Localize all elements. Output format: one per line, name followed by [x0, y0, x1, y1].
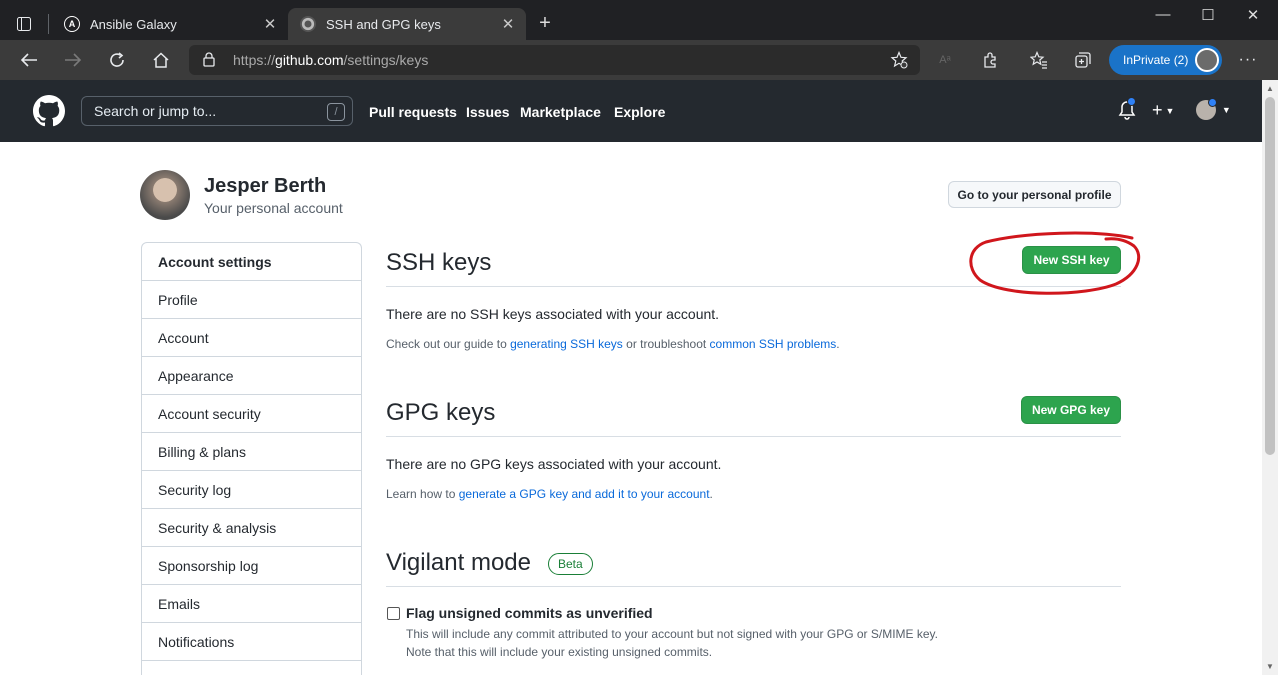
divider — [386, 286, 1121, 287]
common-ssh-problems-link[interactable]: common SSH problems — [710, 337, 837, 351]
address-bar[interactable]: https://github.com/settings/keys — [189, 45, 920, 75]
collections-icon[interactable] — [1072, 49, 1094, 71]
maximize-icon[interactable]: ☐ — [1198, 6, 1218, 24]
go-to-profile-button[interactable]: Go to your personal profile — [948, 181, 1121, 208]
sidebar-item-profile[interactable]: Profile — [142, 281, 361, 319]
reading-mode-icon[interactable]: Aᵃ — [934, 49, 956, 71]
slash-shortcut-icon: / — [327, 103, 345, 121]
github-search-input[interactable]: Search or jump to... / — [81, 96, 353, 126]
ssh-keys-heading: SSH keys — [386, 249, 492, 276]
generate-gpg-key-link[interactable]: generate a GPG key and add it to your ac… — [459, 487, 710, 501]
add-favorite-icon[interactable] — [890, 50, 908, 72]
tab-actions-icon[interactable] — [10, 12, 38, 36]
inprivate-label: InPrivate (2) — [1123, 53, 1189, 67]
user-menu[interactable]: ▼ — [1196, 98, 1231, 120]
profile-avatar — [1195, 48, 1219, 72]
status-indicator — [1208, 98, 1217, 107]
sidebar-item-security-analysis[interactable]: Security & analysis — [142, 509, 361, 547]
create-new-icon[interactable]: + ▼ — [1152, 100, 1174, 121]
sidebar-heading-account-settings: Account settings — [142, 243, 361, 281]
flag-unsigned-commits-label[interactable]: Flag unsigned commits as unverified — [406, 605, 653, 621]
favorites-icon[interactable] — [1028, 49, 1050, 71]
user-avatar-large[interactable] — [140, 170, 190, 220]
sidebar-item-sponsorship-log[interactable]: Sponsorship log — [142, 547, 361, 585]
gpg-help-note: Learn how to generate a GPG key and add … — [386, 487, 713, 501]
sidebar-item-notifications[interactable]: Notifications — [142, 623, 361, 661]
inprivate-button[interactable]: InPrivate (2) — [1109, 45, 1222, 75]
close-tab-icon[interactable]: ✕ — [500, 16, 516, 33]
nav-pull-requests[interactable]: Pull requests — [369, 104, 457, 120]
back-icon[interactable] — [18, 49, 40, 71]
tab-title: Ansible Galaxy — [90, 16, 177, 32]
flag-unsigned-commits-checkbox[interactable] — [387, 607, 400, 620]
forward-icon[interactable] — [62, 49, 84, 71]
new-gpg-key-button[interactable]: New GPG key — [1021, 396, 1121, 424]
tab-title: SSH and GPG keys — [326, 16, 441, 32]
github-header: Search or jump to... / Pull requests Iss… — [0, 80, 1262, 142]
sidebar-item-emails[interactable]: Emails — [142, 585, 361, 623]
browser-tabstrip: A Ansible Galaxy ✕ SSH and GPG keys ✕ + … — [0, 0, 1278, 40]
nav-marketplace[interactable]: Marketplace — [520, 104, 601, 120]
ansible-favicon-icon: A — [64, 16, 80, 32]
sidebar-item-appearance[interactable]: Appearance — [142, 357, 361, 395]
chevron-down-icon: ▼ — [1221, 105, 1231, 115]
scroll-down-icon[interactable]: ▼ — [1266, 662, 1274, 671]
more-menu-icon[interactable]: ··· — [1237, 49, 1259, 71]
search-placeholder: Search or jump to... — [94, 103, 217, 119]
sidebar-item-partial[interactable] — [142, 661, 361, 675]
page-scrollbar[interactable]: ▲ ▼ — [1262, 80, 1278, 675]
nav-issues[interactable]: Issues — [466, 104, 510, 120]
minimize-icon[interactable]: — — [1153, 6, 1173, 23]
github-logo-icon[interactable] — [33, 95, 65, 130]
tab-separator — [48, 14, 49, 34]
sidebar-item-security-log[interactable]: Security log — [142, 471, 361, 509]
refresh-icon[interactable] — [106, 49, 128, 71]
generating-ssh-keys-link[interactable]: generating SSH keys — [510, 337, 623, 351]
sidebar-item-account-security[interactable]: Account security — [142, 395, 361, 433]
notification-indicator — [1127, 97, 1136, 106]
gpg-keys-heading: GPG keys — [386, 399, 496, 426]
scroll-thumb[interactable] — [1265, 97, 1275, 455]
account-subtitle: Your personal account — [204, 200, 343, 216]
divider — [386, 586, 1121, 587]
github-favicon-icon — [300, 16, 316, 32]
home-icon[interactable] — [150, 49, 172, 71]
gpg-empty-message: There are no GPG keys associated with yo… — [386, 456, 722, 472]
tab-ansible-galaxy[interactable]: A Ansible Galaxy ✕ — [52, 8, 288, 40]
vigilant-note-2: Note that this will include your existin… — [406, 645, 713, 659]
scroll-up-icon[interactable]: ▲ — [1266, 84, 1274, 93]
close-tab-icon[interactable]: ✕ — [262, 16, 278, 33]
vigilant-mode-heading: Vigilant mode — [386, 549, 531, 576]
sidebar-item-billing-plans[interactable]: Billing & plans — [142, 433, 361, 471]
new-ssh-key-button[interactable]: New SSH key — [1022, 246, 1121, 274]
browser-toolbar: https://github.com/settings/keys Aᵃ InPr… — [0, 40, 1278, 80]
lock-icon[interactable] — [203, 52, 215, 70]
nav-explore[interactable]: Explore — [614, 104, 665, 120]
new-tab-icon[interactable]: + — [534, 12, 556, 34]
url-text[interactable]: https://github.com/settings/keys — [233, 52, 428, 68]
tab-ssh-gpg-keys[interactable]: SSH and GPG keys ✕ — [288, 8, 526, 40]
close-window-icon[interactable]: ✕ — [1243, 6, 1263, 24]
user-name[interactable]: Jesper Berth — [204, 175, 326, 198]
notifications-bell-icon[interactable] — [1118, 97, 1136, 123]
beta-badge: Beta — [548, 553, 593, 575]
divider — [386, 436, 1121, 437]
ssh-empty-message: There are no SSH keys associated with yo… — [386, 306, 720, 322]
sidebar-item-account[interactable]: Account — [142, 319, 361, 357]
ssh-help-note: Check out our guide to generating SSH ke… — [386, 337, 840, 351]
extensions-icon[interactable] — [979, 49, 1001, 71]
settings-sidebar: Account settings Profile Account Appeara… — [141, 242, 362, 675]
vigilant-note-1: This will include any commit attributed … — [406, 627, 939, 641]
